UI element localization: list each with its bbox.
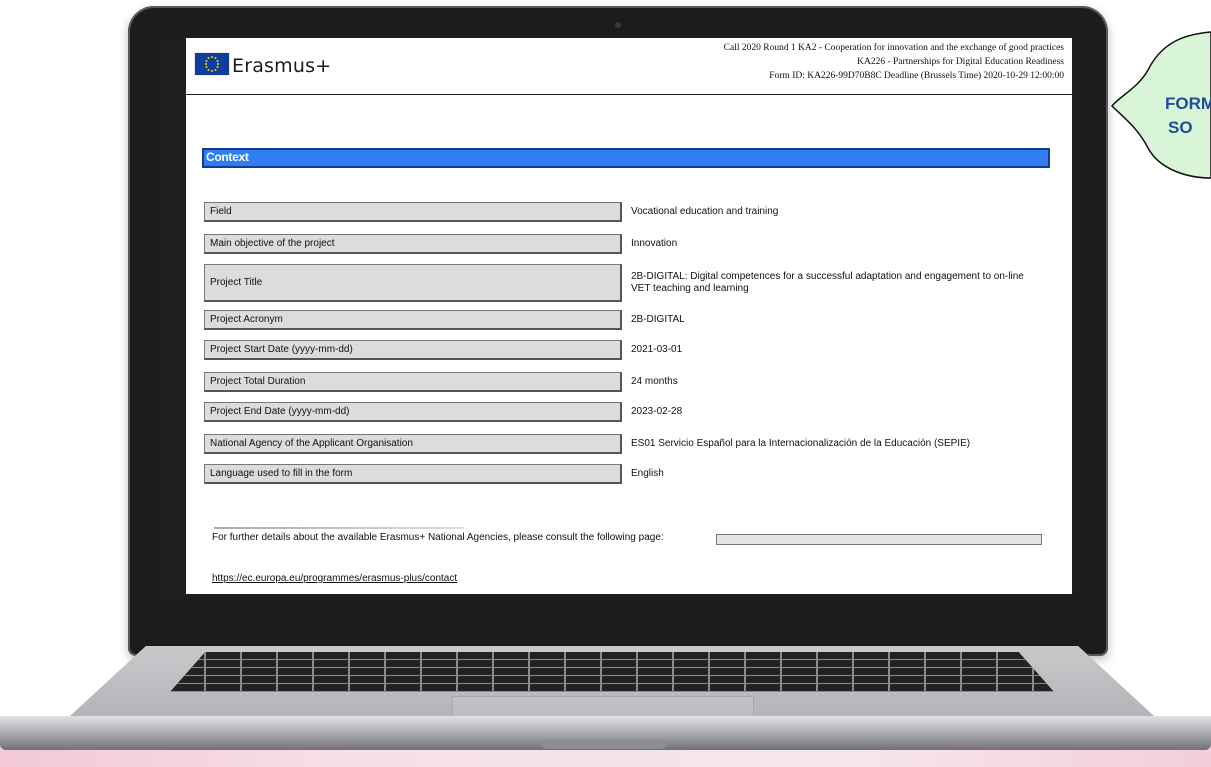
row-value: 2B-DIGITAL: [631, 314, 685, 325]
call-info: Call 2020 Round 1 KA2 - Cooperation for …: [724, 41, 1064, 83]
row-value: Vocational education and training: [631, 206, 779, 217]
row-value: 2021-03-01: [631, 344, 683, 355]
form-id-line: Form ID: KA226-99D70B8C Deadline (Brusse…: [769, 71, 1064, 81]
row-value: ES01 Servicio Español para la Internacio…: [631, 438, 971, 449]
row-value: 2B-DIGITAL: Digital competences for a su…: [631, 271, 1024, 294]
action-line: KA226 - Partnerships for Digital Educati…: [857, 57, 1064, 67]
row-label: Main objective of the project: [204, 234, 622, 254]
national-agencies-link[interactable]: https://ec.europa.eu/programmes/erasmus-…: [212, 573, 457, 584]
footer-note: For further details about the available …: [212, 532, 664, 543]
camera-icon: [615, 22, 621, 28]
row-label: Field: [204, 202, 622, 222]
row-label: Project Acronym: [204, 310, 622, 330]
keyboard-rows: [170, 652, 1054, 692]
row-label: Project Total Duration: [204, 372, 622, 392]
brand-name: Erasmus+: [232, 55, 332, 77]
application-form-page: Erasmus+ Call 2020 Round 1 KA2 - Coopera…: [186, 38, 1072, 594]
call-line: Call 2020 Round 1 KA2 - Cooperation for …: [723, 43, 1064, 53]
row-value: 2023-02-28: [631, 406, 683, 417]
row-label: Project Start Date (yyyy-mm-dd): [204, 340, 622, 360]
eu-flag-icon: [194, 52, 230, 76]
section-title: Context: [206, 150, 249, 164]
section-header: Context: [202, 148, 1050, 168]
row-value: English: [631, 468, 664, 479]
divider: [214, 527, 464, 529]
form-header: Erasmus+ Call 2020 Round 1 KA2 - Coopera…: [186, 38, 1072, 95]
callout-line-1: FORM: [1164, 94, 1211, 113]
row-value: 24 months: [631, 376, 678, 387]
lid-notch: [540, 741, 668, 749]
callout-text: FORM SO: [1130, 92, 1211, 140]
row-label: Language used to fill in the form: [204, 464, 622, 484]
row-value: Innovation: [631, 238, 678, 249]
row-label: Project Title: [204, 264, 622, 302]
speech-bubble: FORM SO: [1108, 30, 1211, 180]
row-label: Project End Date (yyyy-mm-dd): [204, 402, 622, 422]
row-label: National Agency of the Applicant Organis…: [204, 434, 622, 454]
footer-empty-field: [716, 534, 1042, 545]
callout-line-2: SO: [1168, 118, 1193, 137]
laptop-screen: Erasmus+ Call 2020 Round 1 KA2 - Coopera…: [158, 38, 1078, 598]
